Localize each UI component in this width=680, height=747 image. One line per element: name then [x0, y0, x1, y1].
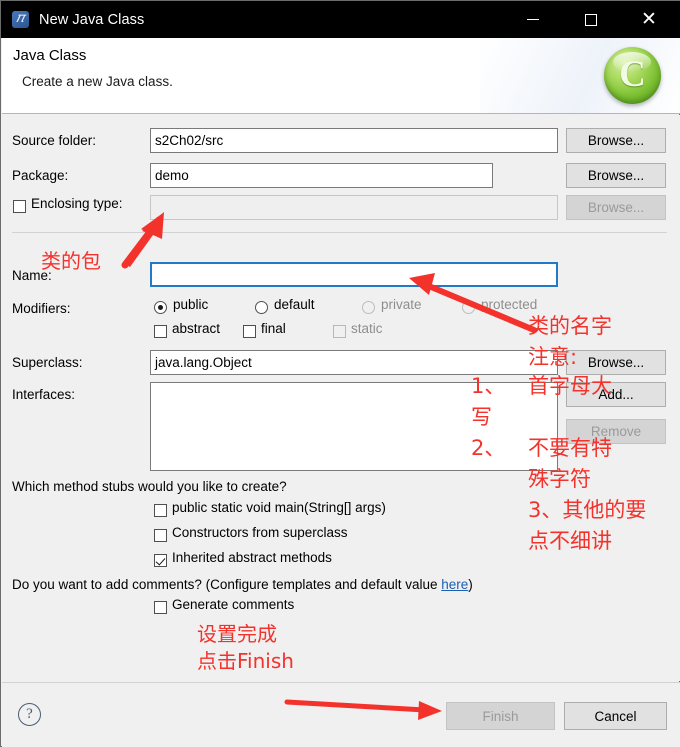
name-input[interactable] — [150, 262, 558, 287]
annotation-point1-text: 首字母大 — [528, 374, 612, 398]
minimize-icon[interactable] — [510, 1, 556, 38]
enclosing-type-browse-button: Browse... — [566, 195, 666, 220]
page-title: Java Class — [13, 47, 87, 64]
dialog-footer: ? Finish Cancel — [2, 682, 680, 747]
close-icon[interactable]: ✕ — [626, 1, 672, 38]
modifiers-label: Modifiers: — [12, 301, 71, 316]
banner-icon-letter: C — [619, 54, 646, 95]
modifier-label-final: final — [261, 321, 286, 336]
modifier-radio-default[interactable] — [255, 301, 268, 314]
generate-comments-checkbox[interactable] — [154, 601, 167, 614]
enclosing-type-checkbox[interactable] — [13, 200, 26, 213]
section-divider — [12, 232, 667, 233]
modifier-label-abstract: abstract — [172, 321, 221, 336]
modifier-label-protected: protected — [481, 297, 538, 312]
annotation-point1-num: 1、 — [471, 374, 506, 398]
maximize-icon[interactable] — [568, 1, 614, 38]
stub-checkbox-constructors[interactable] — [154, 529, 167, 542]
annotation-name-note: 类的名字 — [528, 314, 612, 338]
annotation-point2-num: 2、 — [471, 436, 506, 460]
modifier-checkbox-abstract[interactable] — [154, 325, 167, 338]
annotation-point1-text2: 写 — [471, 405, 492, 429]
annotation-point3-text2: 点不细讲 — [528, 529, 612, 553]
window-title: New Java Class — [39, 11, 145, 28]
enclosing-type-input — [150, 195, 558, 220]
stub-checkbox-main[interactable] — [154, 504, 167, 517]
comments-question: Do you want to add comments? (Configure … — [12, 577, 473, 592]
package-input[interactable]: demo — [150, 163, 493, 188]
stub-checkbox-inherited[interactable] — [154, 554, 167, 567]
annotation-attention: 注意: — [528, 345, 578, 369]
modifier-radio-public[interactable] — [154, 301, 167, 314]
package-label: Package: — [12, 168, 69, 183]
stub-label-inherited: Inherited abstract methods — [172, 550, 332, 565]
source-folder-input[interactable]: s2Ch02/src — [150, 128, 558, 153]
annotation-point3-text: 3、其他的要 — [528, 498, 647, 522]
modifier-label-public: public — [173, 297, 209, 312]
enclosing-type-label: Enclosing type: — [31, 196, 123, 211]
stub-label-constructors: Constructors from superclass — [172, 525, 348, 540]
superclass-input[interactable]: java.lang.Object — [150, 350, 558, 375]
finish-button: Finish — [446, 702, 555, 730]
modifier-checkbox-static — [333, 325, 346, 338]
java-class-banner-icon: C — [604, 47, 661, 104]
page-subtitle: Create a new Java class. — [22, 74, 173, 89]
modifier-radio-private — [362, 301, 375, 314]
stub-label-main: public static void main(String[] args) — [172, 500, 386, 515]
title-bar: 𝜋 New Java Class ✕ — [1, 1, 680, 38]
modifier-label-static: static — [351, 321, 383, 336]
help-icon[interactable]: ? — [18, 703, 41, 726]
cancel-button[interactable]: Cancel — [564, 702, 667, 730]
annotation-point2-text2: 殊字符 — [528, 467, 591, 491]
superclass-label: Superclass: — [12, 355, 83, 370]
superclass-browse-button[interactable]: Browse... — [566, 350, 666, 375]
package-browse-button[interactable]: Browse... — [566, 163, 666, 188]
interfaces-label: Interfaces: — [12, 387, 76, 402]
comments-question-prefix: Do you want to add comments? (Configure … — [12, 577, 442, 592]
comments-question-suffix: ) — [468, 577, 473, 592]
new-java-class-dialog: 𝜋 New Java Class ✕ Java Class Create a n… — [0, 0, 680, 747]
java-class-icon-glyph: 𝜋 — [16, 11, 25, 26]
annotation-package-note: 类的包 — [41, 249, 101, 273]
wizard-header: Java Class Create a new Java class. C — [2, 38, 680, 114]
generate-comments-label: Generate comments — [172, 597, 295, 612]
modifier-label-default: default — [274, 297, 315, 312]
source-folder-label: Source folder: — [12, 133, 97, 148]
modifier-label-private: private — [381, 297, 422, 312]
method-stubs-question: Which method stubs would you like to cre… — [12, 479, 287, 494]
java-class-icon: 𝜋 — [12, 11, 29, 28]
source-folder-browse-button[interactable]: Browse... — [566, 128, 666, 153]
annotation-point2-text: 不要有特 — [528, 436, 612, 460]
modifier-checkbox-final[interactable] — [243, 325, 256, 338]
annotation-finish-note-2: 点击Finish — [197, 649, 294, 673]
annotation-finish-note-1: 设置完成 — [197, 622, 277, 646]
configure-templates-link[interactable]: here — [441, 577, 468, 592]
modifier-radio-protected — [462, 301, 475, 314]
